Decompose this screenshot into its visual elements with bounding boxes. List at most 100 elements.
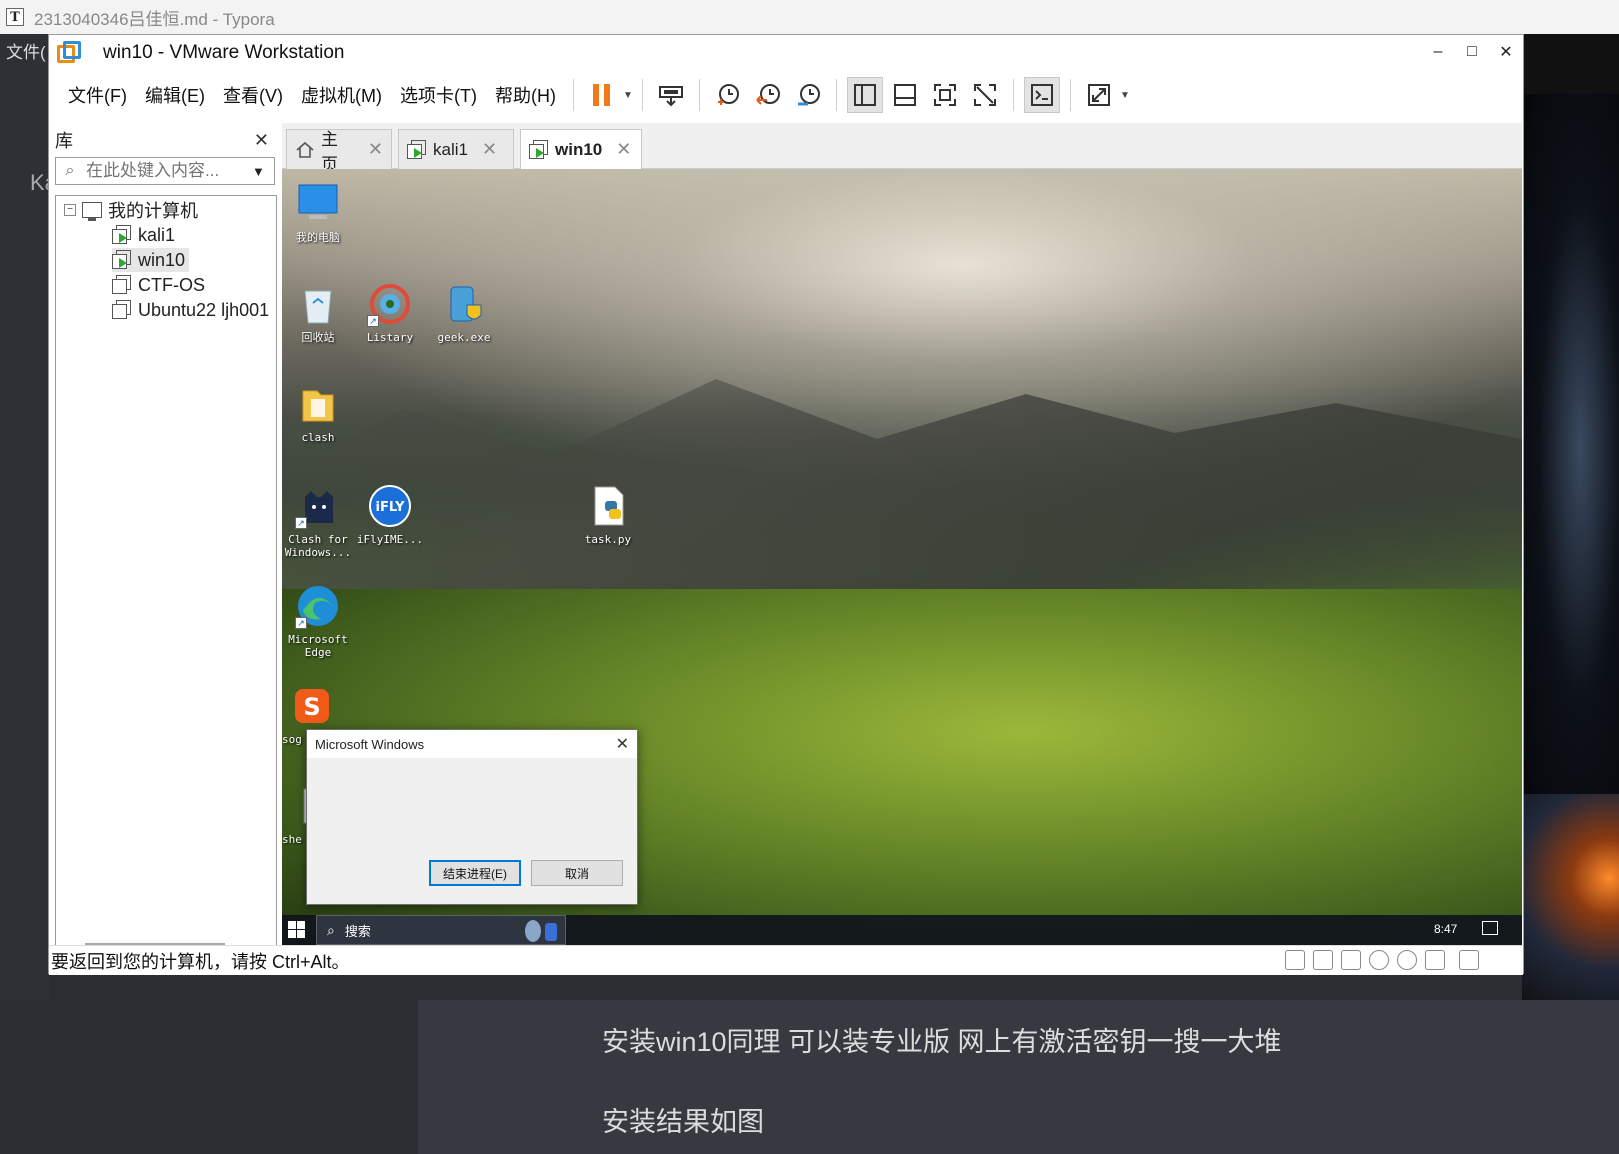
desktop-icon-this-pc[interactable]: 我的电脑 (282, 181, 354, 244)
thumbnail-bar-icon[interactable] (887, 77, 923, 113)
guest-clock[interactable]: 8:47 (1434, 922, 1457, 936)
desktop-icon-clash-folder[interactable]: clash (282, 381, 354, 444)
message-log-icon[interactable] (1459, 950, 1479, 970)
printer-icon[interactable] (1425, 950, 1445, 970)
library-search-input[interactable] (84, 160, 244, 182)
sound-card-icon[interactable] (1341, 950, 1361, 970)
desktop-icon-label: geek.exe (437, 331, 491, 344)
toolbar-separator (698, 79, 700, 111)
svg-text:iFLY: iFLY (375, 500, 405, 515)
console-view-icon[interactable] (1023, 77, 1060, 113)
hard-disk-icon[interactable] (1285, 950, 1305, 970)
cd-dvd-icon[interactable] (1369, 950, 1389, 970)
typora-window-title: 2313040346吕佳恒.md - Typora (34, 9, 275, 29)
tree-label: 我的计算机 (108, 201, 198, 221)
menu-tabs[interactable]: 选项卡(T) (391, 82, 486, 108)
tree-item-ctf-os[interactable]: CTF-OS (112, 273, 205, 297)
dialog-titlebar: Microsoft Windows ✕ (307, 730, 637, 758)
dialog-title: Microsoft Windows (315, 736, 425, 752)
desktop-icon-label: task.py (584, 533, 632, 546)
snapshot-manager-icon[interactable] (790, 77, 826, 113)
tab-label: win10 (555, 139, 603, 159)
maximize-button[interactable]: □ (1455, 35, 1489, 69)
guest-search-label: 搜索 (344, 923, 371, 939)
desktop-icon-iflyime[interactable]: iFLY iFlyIME... (354, 483, 426, 546)
search-icon: ⌕ (65, 162, 75, 179)
end-process-button[interactable]: 结束进程(E) (429, 860, 521, 886)
desktop-icon-label: Microsoft Edge (288, 633, 348, 659)
search-dropdown-icon[interactable]: ▼ (252, 164, 265, 179)
tab-kali1[interactable]: kali1 ✕ (398, 129, 514, 169)
tab-label: 主页 (321, 129, 338, 174)
notification-icon[interactable] (1482, 921, 1498, 935)
snapshot-revert-icon[interactable] (750, 77, 786, 113)
cancel-button[interactable]: 取消 (531, 860, 623, 886)
desktop-icon-clash-for-windows[interactable]: ↗ Clash for Windows... (282, 483, 354, 559)
close-button[interactable]: ✕ (1489, 35, 1523, 69)
device-status-icons (1285, 950, 1479, 970)
desktop-icon-edge[interactable]: ↗ Microsoft Edge (282, 583, 354, 659)
full-screen-icon[interactable] (927, 77, 963, 113)
geek-exe-icon (441, 281, 487, 327)
sogou-icon: S (289, 683, 335, 729)
send-ctrl-alt-del-icon[interactable] (653, 77, 689, 113)
menu-view[interactable]: 查看(V) (214, 82, 292, 108)
network-adapter-icon[interactable] (1313, 950, 1333, 970)
typora-menu-file[interactable]: 文件( (6, 38, 46, 63)
tab-close-button[interactable]: ✕ (368, 139, 383, 160)
window-title: win10 - VMware Workstation (103, 42, 345, 63)
menu-help[interactable]: 帮助(H) (486, 82, 565, 108)
show-library-icon[interactable] (846, 77, 883, 113)
toolbar-separator (1069, 79, 1071, 111)
library-header: 库 ✕ (55, 127, 277, 153)
toolbar-separator (1012, 79, 1014, 111)
dialog-close-button[interactable]: ✕ (616, 734, 629, 754)
computer-icon (82, 202, 102, 221)
toolbar-separator (835, 79, 837, 111)
windows-start-icon[interactable] (288, 921, 306, 939)
toolbar-separator (572, 79, 574, 111)
tab-home[interactable]: 主页 ✕ (286, 129, 392, 174)
typora-app-icon: T (6, 8, 24, 26)
bluetooth-icon[interactable] (1397, 950, 1417, 970)
stretch-guest-icon[interactable] (1081, 77, 1117, 113)
pause-icon[interactable] (584, 77, 620, 113)
guest-display[interactable]: 我的电脑 回收站 ↗ Listary geek.exe clash ↗ Clas… (282, 169, 1522, 945)
shortcut-arrow-icon: ↗ (367, 315, 379, 327)
tree-item-ubuntu22[interactable]: Ubuntu22 ljh001 (112, 298, 269, 322)
desktop-icon-recycle-bin[interactable]: 回收站 (282, 281, 354, 344)
vm-running-icon (112, 250, 132, 270)
search-highlight-icon (521, 917, 561, 943)
menu-file[interactable]: 文件(F) (59, 82, 136, 108)
vmware-titlebar: win10 - VMware Workstation – □ ✕ (49, 35, 1523, 71)
menu-edit[interactable]: 编辑(E) (136, 82, 214, 108)
tree-item-my-computer[interactable]: − 我的计算机 (64, 198, 198, 222)
typora-paragraph: 安装win10同理 可以装专业版 网上有激活密钥一搜一大堆 (602, 1027, 1282, 1057)
desktop-icon-task-py[interactable]: task.py (572, 483, 644, 546)
desktop-icon-listary[interactable]: ↗ Listary (354, 281, 426, 344)
library-panel: 库 ✕ ⌕ ▼ − 我的计算机 kali1 win10 CT (51, 123, 279, 961)
python-file-icon (585, 483, 631, 529)
tab-close-button[interactable]: ✕ (482, 139, 497, 160)
menu-vm[interactable]: 虚拟机(M) (292, 82, 391, 108)
tab-win10[interactable]: win10 ✕ (520, 129, 642, 169)
desktop-icon-geek[interactable]: geek.exe (428, 281, 500, 344)
library-search: ⌕ ▼ (55, 157, 275, 185)
typora-embedded-image (1522, 34, 1619, 1000)
stretch-dropdown-icon[interactable]: ▼ (1119, 77, 1131, 113)
tree-item-kali1[interactable]: kali1 (112, 223, 175, 247)
snapshot-take-icon[interactable] (710, 77, 746, 113)
library-close-button[interactable]: ✕ (254, 130, 277, 151)
desktop-icon-label: 回收站 (301, 331, 335, 344)
collapse-icon[interactable]: − (64, 204, 76, 216)
pause-dropdown-icon[interactable]: ▼ (622, 77, 634, 113)
minimize-button[interactable]: – (1421, 35, 1455, 69)
unity-icon[interactable] (967, 77, 1003, 113)
vm-running-icon (529, 139, 549, 160)
guest-search-box[interactable]: ⌕ 搜索 (316, 915, 566, 945)
clash-icon: ↗ (295, 483, 341, 529)
tab-close-button[interactable]: ✕ (616, 139, 631, 160)
typora-paragraph: 安装结果如图 (602, 1107, 764, 1137)
typora-outline-area (0, 1000, 418, 1154)
tree-item-win10[interactable]: win10 (112, 248, 190, 272)
